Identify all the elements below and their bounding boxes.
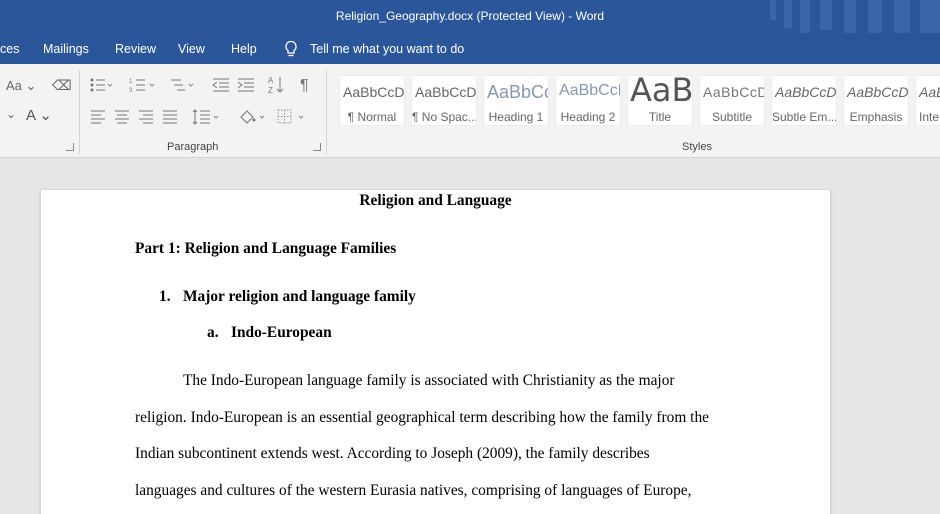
paragraph-line: The Indo-European language family is ass… [183, 372, 675, 389]
tab-review[interactable]: Review [115, 42, 156, 56]
align-center-icon[interactable] [114, 110, 130, 124]
document-title: Religion and Language [359, 192, 512, 209]
style-no-spacing[interactable]: AaBbCcDc ¶ No Spac... [411, 75, 477, 126]
line-spacing-icon[interactable] [192, 108, 222, 126]
decrease-indent-icon[interactable] [212, 77, 230, 93]
styles-group-label: Styles [682, 141, 712, 153]
style-subtitle[interactable]: AaBbCcD Subtitle [699, 75, 765, 126]
style-heading-1[interactable]: AaBbCc Heading 1 [483, 75, 549, 126]
ribbon-tabs: ces Mailings Review View Help Tell me wh… [0, 33, 940, 64]
paragraph-dialog-launcher[interactable] [313, 143, 321, 151]
ribbon: Aa ⌄ ⌫ ⌄ A ⌄ 13 AZ ¶ Paragraph AaBbCcDc … [0, 64, 940, 158]
highlight-dropdown-icon[interactable]: ⌄ [6, 107, 16, 121]
tell-me-box[interactable]: Tell me what you want to do [283, 39, 464, 59]
tab-references[interactable]: ces [0, 42, 19, 56]
sublist-letter: a. [207, 324, 219, 341]
tell-me-text: Tell me what you want to do [310, 42, 465, 56]
style-heading-2[interactable]: AaBbCcD Heading 2 [555, 75, 621, 126]
title-bar-pattern [770, 0, 940, 33]
style-title[interactable]: AaB Title [627, 75, 693, 126]
lightbulb-icon [285, 40, 297, 57]
paragraph-line: Indian subcontinent extends west. Accord… [135, 445, 650, 462]
increase-indent-icon[interactable] [237, 77, 255, 93]
part-heading: Part 1: Religion and Language Families [135, 240, 397, 257]
document-page[interactable]: Religion and Language Part 1: Religion a… [40, 190, 831, 514]
change-case-button[interactable]: Aa ⌄ [6, 78, 36, 94]
svg-text:Z: Z [268, 86, 273, 95]
sort-icon[interactable]: AZ [268, 75, 284, 95]
style-emphasis[interactable]: AaBbCcDc Emphasis [843, 75, 909, 126]
justify-icon[interactable] [162, 110, 178, 124]
tab-mailings[interactable]: Mailings [43, 42, 89, 56]
borders-icon[interactable] [277, 108, 307, 126]
list-item-heading: Major religion and language family [183, 288, 416, 305]
sublist-item-heading: Indo-European [231, 324, 332, 341]
paragraph-group-label: Paragraph [167, 141, 219, 153]
show-formatting-marks-icon[interactable]: ¶ [300, 77, 309, 95]
clear-formatting-icon[interactable]: ⌫ [52, 77, 72, 94]
bullets-icon[interactable] [90, 77, 112, 93]
tab-view[interactable]: View [178, 42, 205, 56]
font-dialog-launcher[interactable] [66, 143, 74, 151]
style-subtle-emphasis[interactable]: AaBbCcDc Subtle Em... [771, 75, 837, 126]
list-number: 1. [159, 288, 171, 305]
separator [326, 70, 327, 154]
numbering-icon[interactable]: 13 [129, 77, 159, 93]
style-intense-emphasis[interactable]: AaBbCcDc Inte [915, 75, 940, 126]
paragraph-line: languages and cultures of the western Eu… [135, 482, 692, 499]
shading-icon[interactable] [238, 108, 268, 126]
svg-text:1: 1 [129, 79, 133, 85]
tab-help[interactable]: Help [231, 42, 257, 56]
align-right-icon[interactable] [138, 110, 154, 124]
svg-text:3: 3 [129, 88, 133, 93]
multilevel-list-icon[interactable] [167, 77, 197, 93]
paragraph-line: religion. Indo-European is an essential … [135, 409, 709, 426]
style-normal[interactable]: AaBbCcDc ¶ Normal [339, 75, 405, 126]
font-color-button[interactable]: A ⌄ [26, 106, 52, 124]
title-bar: Religion_Geography.docx (Protected View)… [0, 0, 940, 33]
svg-text:A: A [268, 76, 274, 85]
separator [79, 70, 80, 154]
align-left-icon[interactable] [90, 110, 106, 124]
